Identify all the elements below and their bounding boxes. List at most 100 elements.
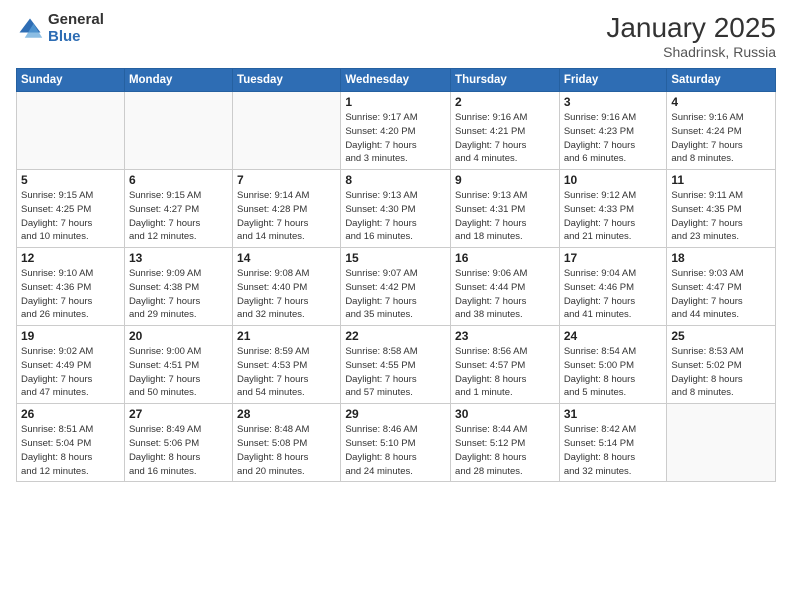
- table-row: 17Sunrise: 9:04 AM Sunset: 4:46 PM Dayli…: [559, 248, 667, 326]
- logo-icon: [16, 15, 44, 43]
- month-title: January 2025: [606, 12, 776, 44]
- calendar-header-row: Sunday Monday Tuesday Wednesday Thursday…: [17, 69, 776, 92]
- day-number: 9: [455, 173, 555, 187]
- day-number: 29: [345, 407, 446, 421]
- day-info: Sunrise: 9:07 AM Sunset: 4:42 PM Dayligh…: [345, 267, 446, 322]
- table-row: 4Sunrise: 9:16 AM Sunset: 4:24 PM Daylig…: [667, 92, 776, 170]
- day-info: Sunrise: 8:53 AM Sunset: 5:02 PM Dayligh…: [671, 345, 771, 400]
- logo-general: General: [48, 12, 104, 29]
- day-number: 16: [455, 251, 555, 265]
- day-info: Sunrise: 9:15 AM Sunset: 4:27 PM Dayligh…: [129, 189, 228, 244]
- day-info: Sunrise: 8:49 AM Sunset: 5:06 PM Dayligh…: [129, 423, 228, 478]
- table-row: 8 Sunrise: 9:13 AM Sunset: 4:30 PM Daylig…: [341, 170, 451, 248]
- day-info: Sunrise: 9:16 AM Sunset: 4:23 PM Dayligh…: [564, 111, 663, 166]
- day-info: Sunrise: 8:48 AM Sunset: 5:08 PM Dayligh…: [237, 423, 336, 478]
- day-number: 4: [671, 95, 771, 109]
- table-row: 9 Sunrise: 9:13 AM Sunset: 4:31 PM Daylig…: [451, 170, 560, 248]
- day-number: 6: [129, 173, 228, 187]
- calendar-week-row: 1 Sunrise: 9:17 AM Sunset: 4:20 PM Daylig…: [17, 92, 776, 170]
- table-row: 16 Sunrise: 9:06 AM Sunset: 4:44 PM Dayli…: [451, 248, 560, 326]
- table-row: 27 Sunrise: 8:49 AM Sunset: 5:06 PM Dayli…: [124, 404, 232, 482]
- day-number: 30: [455, 407, 555, 421]
- day-info: Sunrise: 9:08 AM Sunset: 4:40 PM Dayligh…: [237, 267, 336, 322]
- day-number: 26: [21, 407, 120, 421]
- day-number: 15: [345, 251, 446, 265]
- day-number: 2: [455, 95, 555, 109]
- table-row: [667, 404, 776, 482]
- day-number: 22: [345, 329, 446, 343]
- day-number: 17: [564, 251, 663, 265]
- page: General Blue January 2025 Shadrinsk, Rus…: [0, 0, 792, 612]
- table-row: 12Sunrise: 9:10 AM Sunset: 4:36 PM Dayli…: [17, 248, 125, 326]
- table-row: 28Sunrise: 8:48 AM Sunset: 5:08 PM Dayli…: [233, 404, 341, 482]
- calendar-week-row: 5 Sunrise: 9:15 AM Sunset: 4:25 PM Daylig…: [17, 170, 776, 248]
- table-row: 11Sunrise: 9:11 AM Sunset: 4:35 PM Dayli…: [667, 170, 776, 248]
- calendar-week-row: 19Sunrise: 9:02 AM Sunset: 4:49 PM Dayli…: [17, 326, 776, 404]
- table-row: 13Sunrise: 9:09 AM Sunset: 4:38 PM Dayli…: [124, 248, 232, 326]
- day-number: 31: [564, 407, 663, 421]
- day-info: Sunrise: 8:44 AM Sunset: 5:12 PM Dayligh…: [455, 423, 555, 478]
- table-row: 1 Sunrise: 9:17 AM Sunset: 4:20 PM Daylig…: [341, 92, 451, 170]
- table-row: [233, 92, 341, 170]
- day-number: 23: [455, 329, 555, 343]
- day-number: 1: [345, 95, 446, 109]
- day-info: Sunrise: 8:59 AM Sunset: 4:53 PM Dayligh…: [237, 345, 336, 400]
- logo-text: General Blue: [48, 12, 104, 45]
- header: General Blue January 2025 Shadrinsk, Rus…: [16, 12, 776, 60]
- day-number: 27: [129, 407, 228, 421]
- day-number: 11: [671, 173, 771, 187]
- day-info: Sunrise: 8:51 AM Sunset: 5:04 PM Dayligh…: [21, 423, 120, 478]
- table-row: 2 Sunrise: 9:16 AM Sunset: 4:21 PM Daylig…: [451, 92, 560, 170]
- col-thursday: Thursday: [451, 69, 560, 92]
- col-monday: Monday: [124, 69, 232, 92]
- table-row: 31Sunrise: 8:42 AM Sunset: 5:14 PM Dayli…: [559, 404, 667, 482]
- day-info: Sunrise: 9:13 AM Sunset: 4:30 PM Dayligh…: [345, 189, 446, 244]
- day-info: Sunrise: 9:03 AM Sunset: 4:47 PM Dayligh…: [671, 267, 771, 322]
- calendar-week-row: 12Sunrise: 9:10 AM Sunset: 4:36 PM Dayli…: [17, 248, 776, 326]
- day-info: Sunrise: 9:15 AM Sunset: 4:25 PM Dayligh…: [21, 189, 120, 244]
- day-number: 10: [564, 173, 663, 187]
- day-info: Sunrise: 9:14 AM Sunset: 4:28 PM Dayligh…: [237, 189, 336, 244]
- table-row: [17, 92, 125, 170]
- day-number: 24: [564, 329, 663, 343]
- table-row: 20 Sunrise: 9:00 AM Sunset: 4:51 PM Dayli…: [124, 326, 232, 404]
- table-row: 18 Sunrise: 9:03 AM Sunset: 4:47 PM Dayli…: [667, 248, 776, 326]
- logo-blue: Blue: [48, 29, 104, 46]
- location-subtitle: Shadrinsk, Russia: [606, 44, 776, 60]
- table-row: 24Sunrise: 8:54 AM Sunset: 5:00 PM Dayli…: [559, 326, 667, 404]
- table-row: 6 Sunrise: 9:15 AM Sunset: 4:27 PM Daylig…: [124, 170, 232, 248]
- day-info: Sunrise: 8:56 AM Sunset: 4:57 PM Dayligh…: [455, 345, 555, 400]
- table-row: 25Sunrise: 8:53 AM Sunset: 5:02 PM Dayli…: [667, 326, 776, 404]
- table-row: 19Sunrise: 9:02 AM Sunset: 4:49 PM Dayli…: [17, 326, 125, 404]
- day-info: Sunrise: 9:00 AM Sunset: 4:51 PM Dayligh…: [129, 345, 228, 400]
- day-number: 3: [564, 95, 663, 109]
- title-block: January 2025 Shadrinsk, Russia: [606, 12, 776, 60]
- table-row: 15 Sunrise: 9:07 AM Sunset: 4:42 PM Dayli…: [341, 248, 451, 326]
- day-number: 21: [237, 329, 336, 343]
- table-row: [124, 92, 232, 170]
- day-info: Sunrise: 9:06 AM Sunset: 4:44 PM Dayligh…: [455, 267, 555, 322]
- day-number: 19: [21, 329, 120, 343]
- day-info: Sunrise: 8:58 AM Sunset: 4:55 PM Dayligh…: [345, 345, 446, 400]
- day-number: 5: [21, 173, 120, 187]
- day-info: Sunrise: 9:13 AM Sunset: 4:31 PM Dayligh…: [455, 189, 555, 244]
- table-row: 3 Sunrise: 9:16 AM Sunset: 4:23 PM Daylig…: [559, 92, 667, 170]
- col-friday: Friday: [559, 69, 667, 92]
- day-info: Sunrise: 9:16 AM Sunset: 4:21 PM Dayligh…: [455, 111, 555, 166]
- day-info: Sunrise: 9:17 AM Sunset: 4:20 PM Dayligh…: [345, 111, 446, 166]
- table-row: 5 Sunrise: 9:15 AM Sunset: 4:25 PM Daylig…: [17, 170, 125, 248]
- day-number: 20: [129, 329, 228, 343]
- table-row: 22 Sunrise: 8:58 AM Sunset: 4:55 PM Dayli…: [341, 326, 451, 404]
- day-info: Sunrise: 8:46 AM Sunset: 5:10 PM Dayligh…: [345, 423, 446, 478]
- col-sunday: Sunday: [17, 69, 125, 92]
- calendar-table: Sunday Monday Tuesday Wednesday Thursday…: [16, 68, 776, 482]
- table-row: 30 Sunrise: 8:44 AM Sunset: 5:12 PM Dayli…: [451, 404, 560, 482]
- col-tuesday: Tuesday: [233, 69, 341, 92]
- col-wednesday: Wednesday: [341, 69, 451, 92]
- day-number: 18: [671, 251, 771, 265]
- day-number: 13: [129, 251, 228, 265]
- table-row: 14Sunrise: 9:08 AM Sunset: 4:40 PM Dayli…: [233, 248, 341, 326]
- table-row: 10Sunrise: 9:12 AM Sunset: 4:33 PM Dayli…: [559, 170, 667, 248]
- table-row: 23 Sunrise: 8:56 AM Sunset: 4:57 PM Dayli…: [451, 326, 560, 404]
- day-number: 8: [345, 173, 446, 187]
